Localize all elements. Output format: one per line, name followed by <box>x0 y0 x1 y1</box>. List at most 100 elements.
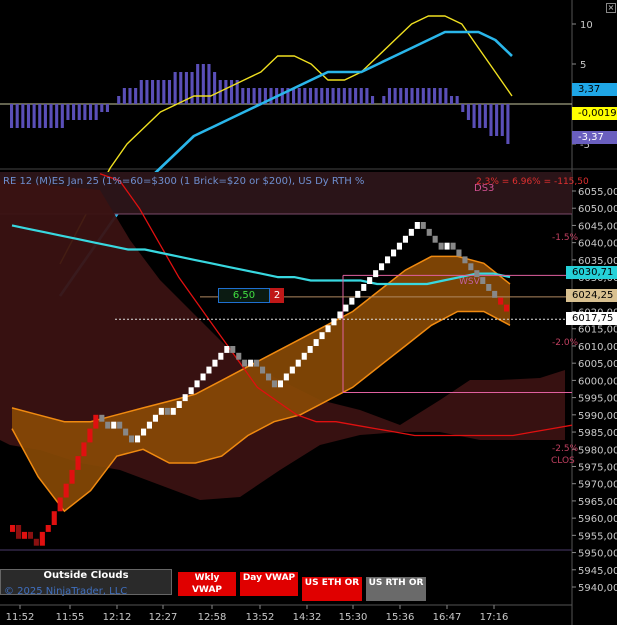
price-axis-label: 5945,00 <box>578 566 617 577</box>
histogram-bar <box>438 88 442 104</box>
renko-brick <box>117 421 123 429</box>
price-axis-label: 5965,00 <box>578 497 617 508</box>
renko-brick <box>444 242 450 250</box>
renko-brick <box>492 290 498 298</box>
price-axis-label: 6045,00 <box>578 221 617 232</box>
renko-brick <box>51 511 57 525</box>
histogram-bar <box>105 104 109 112</box>
time-axis-label: 17:16 <box>480 612 509 623</box>
renko-brick <box>194 380 200 388</box>
renko-brick <box>462 256 468 264</box>
histogram-bar <box>151 80 155 104</box>
histogram-bar <box>258 88 262 104</box>
tag-cyan-price: 6030,71 <box>566 266 617 279</box>
histogram-bar <box>145 80 149 104</box>
us-rth-or-button[interactable]: US RTH OR <box>366 577 426 601</box>
renko-brick <box>39 531 45 546</box>
price-axis-label: 5980,00 <box>578 445 617 456</box>
upper-panel-bg <box>0 0 572 168</box>
histogram-bar <box>308 88 313 104</box>
histogram-bar <box>382 96 386 104</box>
renko-brick <box>343 304 349 312</box>
histogram-bar <box>72 104 76 120</box>
time-axis-label: 12:27 <box>149 612 178 623</box>
price-axis-label: 6015,00 <box>578 325 617 336</box>
histogram-bar <box>26 104 31 128</box>
histogram-bar <box>213 72 217 104</box>
tag-upper-b: -0,00192 <box>572 107 617 120</box>
price-axis-label: 6050,00 <box>578 204 617 215</box>
price-axis-label: 6010,00 <box>578 342 617 353</box>
time-axis-label: 15:30 <box>339 612 368 623</box>
histogram-bar <box>404 88 408 104</box>
histogram-bar <box>196 64 200 104</box>
renko-brick <box>69 469 75 484</box>
time-axis-label: 14:32 <box>293 612 322 623</box>
histogram-bar <box>10 104 14 128</box>
time-axis-label: 12:58 <box>198 612 227 623</box>
renko-brick <box>170 407 176 415</box>
renko-brick <box>355 290 361 298</box>
copyright-text: © 2025 NinjaTrader, LLC <box>4 586 128 597</box>
histogram-bar <box>427 88 431 104</box>
histogram-bar <box>122 88 126 104</box>
renko-brick <box>129 435 135 443</box>
histogram-bar <box>117 96 121 104</box>
renko-brick <box>319 332 325 340</box>
price-axis-label: 6000,00 <box>578 376 617 387</box>
histogram-bar <box>21 104 25 128</box>
renko-brick <box>27 531 33 539</box>
price-axis-label: 5960,00 <box>578 514 617 525</box>
renko-brick <box>391 249 397 257</box>
renko-brick <box>456 249 462 257</box>
order-count-box[interactable]: 2 <box>270 288 284 303</box>
renko-brick <box>230 346 236 353</box>
renko-brick <box>504 304 510 312</box>
histogram-bar <box>483 104 487 128</box>
histogram-bar <box>303 88 307 104</box>
chart-canvas[interactable]: 105-56055,006050,006045,006040,006035,00… <box>0 0 617 625</box>
time-axis-label: 15:36 <box>386 612 415 623</box>
price-axis-label: 5990,00 <box>578 411 617 422</box>
histogram-bar <box>167 80 172 104</box>
order-qty-box[interactable]: 6,50 <box>218 288 270 303</box>
renko-brick <box>325 325 331 333</box>
histogram-bar <box>421 88 425 104</box>
histogram-bar <box>280 88 284 104</box>
renko-brick <box>331 318 337 326</box>
renko-brick <box>408 228 414 236</box>
renko-brick <box>295 359 301 367</box>
renko-brick <box>212 359 218 367</box>
histogram-bar <box>433 88 437 104</box>
renko-brick <box>379 263 385 271</box>
price-axis-label: 6005,00 <box>578 359 617 370</box>
renko-brick <box>152 414 158 422</box>
price-axis-label: 5975,00 <box>578 462 617 473</box>
percent-label: -2.5% <box>552 444 579 454</box>
renko-brick <box>266 373 272 381</box>
renko-brick <box>200 373 206 381</box>
histogram-bar <box>66 104 70 120</box>
histogram-bar <box>32 104 36 128</box>
renko-brick <box>468 263 474 271</box>
wkly-vwap-button[interactable]: Wkly VWAP <box>178 572 236 596</box>
chart-window: 10 5 -5 6055,00 6050,00 6045,00 6040,00 6035,00… <box>0 0 617 625</box>
renko-brick <box>45 525 51 532</box>
renko-brick <box>146 421 152 429</box>
day-vwap-button[interactable]: Day VWAP <box>240 572 298 596</box>
price-axis-label: 5955,00 <box>578 531 617 542</box>
us-eth-or-button[interactable]: US ETH OR <box>302 577 362 601</box>
histogram-bar <box>455 96 459 104</box>
tag-last-price: 6024,25 <box>566 289 617 302</box>
histogram-bar <box>207 64 211 104</box>
renko-brick <box>283 373 289 381</box>
renko-brick <box>63 483 69 498</box>
histogram-bar <box>506 104 510 144</box>
histogram-bar <box>342 88 346 104</box>
renko-brick <box>373 270 379 278</box>
close-icon[interactable]: × <box>606 3 616 13</box>
vwap-label: WSV <box>459 277 481 287</box>
histogram-bar <box>320 88 324 104</box>
histogram-bar <box>410 88 414 104</box>
histogram-bar <box>354 88 358 104</box>
